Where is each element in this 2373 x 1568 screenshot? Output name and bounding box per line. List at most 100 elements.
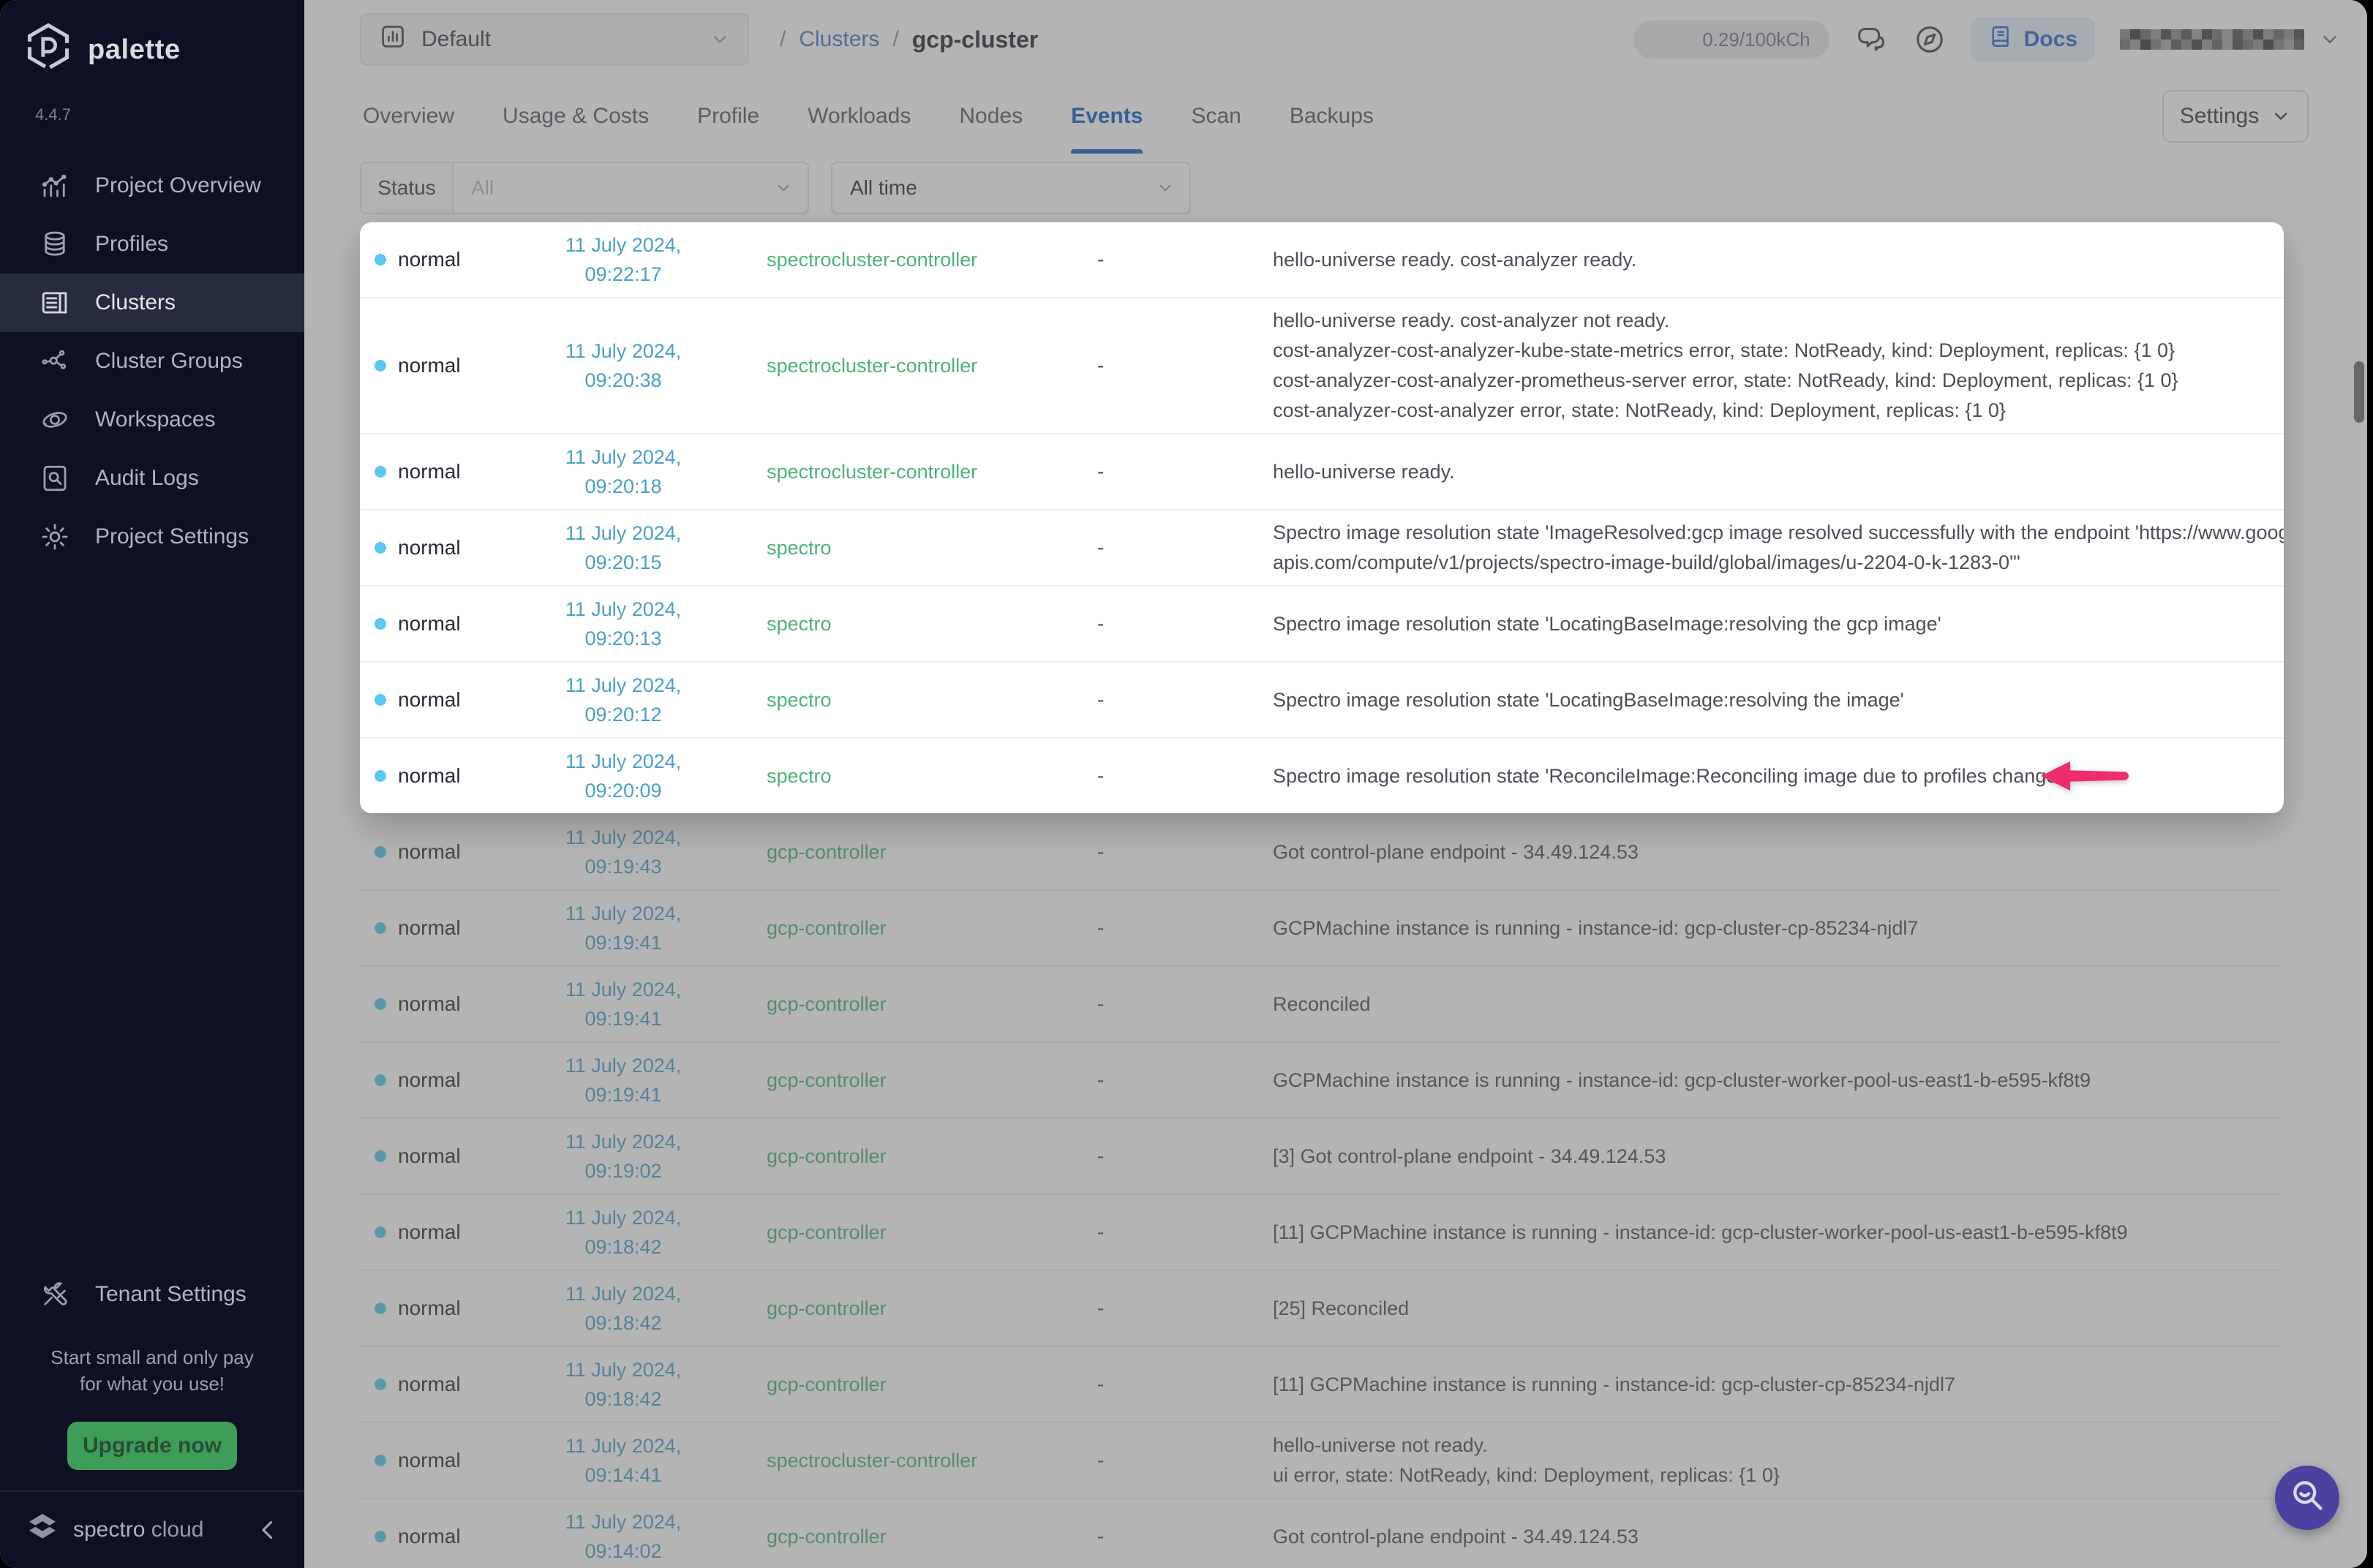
app-window: palette 4.4.7 Project Overview Profiles Cl… [0, 0, 2367, 1568]
event-source: gcp-controller [767, 840, 887, 863]
footer-brand: spectro cloud [73, 1518, 204, 1542]
page-title: gcp-cluster [911, 26, 1039, 53]
project-selector-value: Default [421, 27, 492, 51]
event-status: normal [398, 1525, 461, 1548]
event-status: normal [398, 992, 461, 1015]
tab-events[interactable]: Events [1071, 79, 1143, 154]
mini-chart-icon [379, 23, 407, 56]
event-message: Spectro image resolution state 'Reconcil… [1273, 764, 2061, 787]
event-attribution: - [1097, 1297, 1105, 1319]
event-status-cell: normal [360, 298, 521, 433]
event-attribution: - [1097, 916, 1105, 939]
event-status-cell: normal [360, 1423, 521, 1498]
event-row[interactable]: normal 11 July 2024, 09:20:09 spectro - Spect… [360, 737, 2284, 813]
event-message: hello-universe ready. [1273, 460, 1455, 483]
event-row[interactable]: normal 11 July 2024, 09:18:42 gcp-controlle… [360, 1270, 2284, 1346]
vertical-scrollbar[interactable] [2354, 361, 2364, 423]
event-row[interactable]: normal 11 July 2024, 09:20:12 spectro - Spect… [360, 661, 2284, 737]
event-row[interactable]: normal 11 July 2024, 09:18:42 gcp-controlle… [360, 1346, 2284, 1422]
event-row[interactable]: normal 11 July 2024, 09:20:38 spectrocluste… [360, 297, 2284, 433]
chevron-down-icon [2271, 106, 2291, 127]
upgrade-now-button[interactable]: Upgrade now [67, 1422, 237, 1470]
event-timestamp: 11 July 2024, 09:22:17 [565, 234, 682, 285]
event-row[interactable]: normal 11 July 2024, 09:19:02 gcp-controlle… [360, 1117, 2284, 1194]
breadcrumb-clusters-link[interactable]: Clusters [799, 27, 879, 52]
event-row[interactable]: normal 11 July 2024, 09:20:18 spectrocluste… [360, 433, 2284, 509]
event-source: spectro [767, 536, 832, 559]
event-timestamp: 11 July 2024, 09:14:02 [565, 1511, 682, 1562]
event-status-cell: normal [360, 663, 521, 737]
event-status: normal [398, 1145, 461, 1167]
status-dot-icon [375, 1074, 386, 1086]
user-menu[interactable] [2120, 29, 2341, 50]
tab-profile[interactable]: Profile [697, 79, 759, 154]
sidebar-item-label: Workspaces [95, 407, 216, 431]
event-source: gcp-controller [767, 1221, 887, 1243]
event-status-cell: normal [360, 434, 521, 509]
sidebar-item-clusters[interactable]: Clusters [0, 274, 304, 332]
event-row[interactable]: normal 11 July 2024, 09:14:02 gcp-controlle… [360, 1498, 2284, 1568]
event-status-cell: normal [360, 1271, 521, 1346]
annotation-arrow-icon [2041, 760, 2132, 792]
event-attribution: - [1097, 1449, 1105, 1471]
status-dot-icon [375, 254, 386, 265]
sidebar-item-label: Cluster Groups [95, 349, 243, 373]
event-message: GCPMachine instance is running - instanc… [1273, 1068, 2091, 1091]
sidebar-item-workspaces[interactable]: Workspaces [0, 391, 304, 449]
tab-overview[interactable]: Overview [363, 79, 454, 154]
status-dot-icon [375, 846, 386, 858]
tab-workloads[interactable]: Workloads [808, 79, 911, 154]
event-timestamp: 11 July 2024, 09:19:43 [565, 826, 682, 878]
tab-nodes[interactable]: Nodes [959, 79, 1023, 154]
event-status-cell: normal [360, 222, 521, 297]
event-status-cell: normal [360, 815, 521, 889]
collapse-sidebar-icon[interactable] [255, 1517, 281, 1543]
sidebar-item-project-settings[interactable]: Project Settings [0, 508, 304, 566]
network-icon [40, 346, 70, 377]
status-dot-icon [375, 466, 386, 478]
event-row[interactable]: normal 11 July 2024, 09:18:42 gcp-controlle… [360, 1194, 2284, 1270]
tab-usage-costs[interactable]: Usage & Costs [503, 79, 649, 154]
help-search-fab[interactable] [2275, 1466, 2339, 1530]
time-filter-value: All time [850, 176, 917, 199]
event-status: normal [398, 1373, 461, 1395]
chat-icon[interactable] [1854, 23, 1888, 56]
sidebar-item-tenant-settings[interactable]: Tenant Settings [0, 1265, 304, 1324]
event-status: normal [398, 460, 461, 483]
event-status-cell: normal [360, 510, 521, 585]
time-filter-select[interactable]: All time [831, 162, 1191, 214]
status-dot-icon [375, 1379, 386, 1390]
compass-icon[interactable] [1913, 23, 1947, 56]
sidebar-item-audit-logs[interactable]: Audit Logs [0, 449, 304, 508]
sidebar-item-profiles[interactable]: Profiles [0, 215, 304, 274]
tab-bar: Overview Usage & Costs Profile Workloads Nod… [304, 79, 2367, 154]
event-attribution: - [1097, 1525, 1105, 1548]
event-row[interactable]: normal 11 July 2024, 09:19:41 gcp-controlle… [360, 965, 2284, 1041]
sidebar-item-project-overview[interactable]: Project Overview [0, 157, 304, 215]
event-row[interactable]: normal 11 July 2024, 09:20:15 spectro - Spect… [360, 509, 2284, 585]
upgrade-promo: Start small and only pay for what you us… [50, 1346, 254, 1395]
event-attribution: - [1097, 248, 1105, 271]
event-timestamp: 11 July 2024, 09:20:12 [565, 674, 682, 725]
event-attribution: - [1097, 1145, 1105, 1167]
event-row[interactable]: normal 11 July 2024, 09:14:41 spectrocluste… [360, 1422, 2284, 1498]
event-row[interactable]: normal 11 July 2024, 09:19:43 gcp-controlle… [360, 813, 2284, 889]
sidebar-item-label: Profiles [95, 232, 169, 256]
event-row[interactable]: normal 11 July 2024, 09:20:13 spectro - Spect… [360, 585, 2284, 661]
tab-scan[interactable]: Scan [1191, 79, 1241, 154]
event-row[interactable]: normal 11 July 2024, 09:19:41 gcp-controlle… [360, 1041, 2284, 1117]
chevron-down-icon [2319, 29, 2341, 50]
chart-icon [40, 170, 70, 201]
event-row[interactable]: normal 11 July 2024, 09:22:17 spectrocluste… [360, 222, 2284, 297]
status-dot-icon [375, 1150, 386, 1162]
event-attribution: - [1097, 1373, 1105, 1395]
event-row[interactable]: normal 11 July 2024, 09:19:41 gcp-controlle… [360, 889, 2284, 965]
event-message: hello-universe ready. cost-analyzer read… [1273, 248, 1637, 271]
sidebar-item-cluster-groups[interactable]: Cluster Groups [0, 332, 304, 391]
settings-button[interactable]: Settings [2162, 90, 2309, 143]
docs-button[interactable]: Docs [1971, 18, 2095, 61]
tab-backups[interactable]: Backups [1290, 79, 1374, 154]
status-filter-select[interactable]: All [454, 163, 808, 213]
project-selector[interactable]: Default [360, 13, 749, 66]
app-version: 4.4.7 [35, 105, 71, 124]
